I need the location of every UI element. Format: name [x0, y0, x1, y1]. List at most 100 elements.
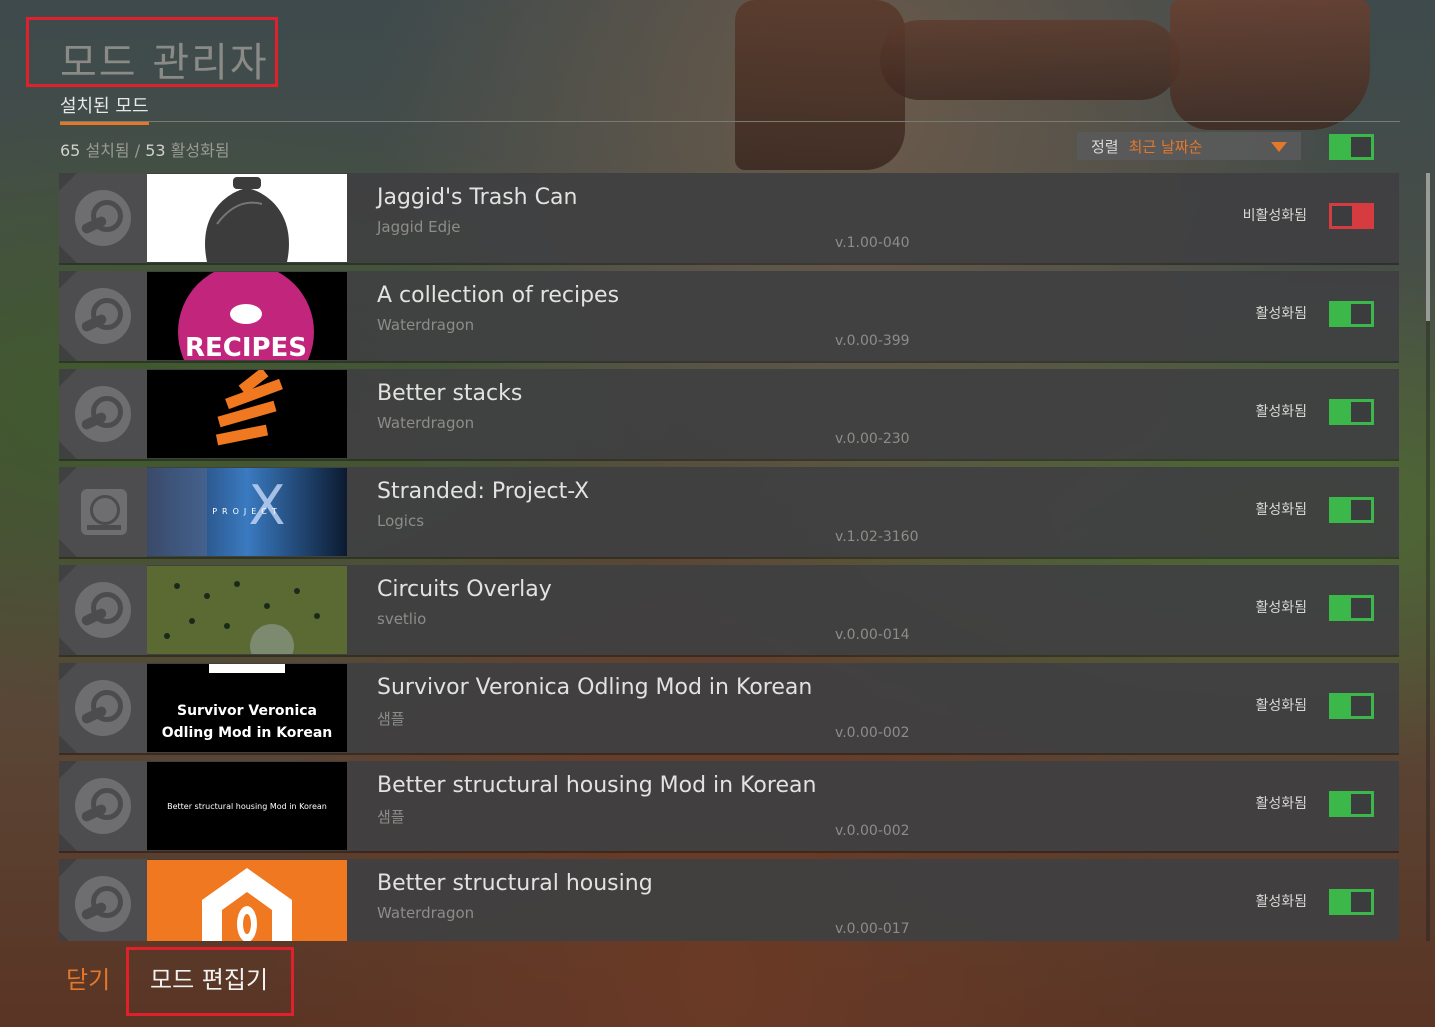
stats-separator: /: [134, 141, 141, 160]
toggle-knob: [1351, 598, 1371, 618]
mod-version: v.0.00-002: [835, 725, 910, 741]
mod-enable-toggle[interactable]: [1329, 693, 1374, 719]
close-button[interactable]: 닫기: [66, 960, 110, 995]
steam-icon: [59, 859, 147, 941]
sort-label: 정렬: [1091, 137, 1119, 156]
mod-row[interactable]: Circuits Overlay svetlio v.0.00-014 활성화됨: [59, 565, 1399, 655]
mod-thumbnail: X PROJECT: [147, 468, 347, 556]
mod-enable-toggle[interactable]: [1329, 497, 1374, 523]
mod-status: 활성화됨: [1255, 600, 1307, 616]
mod-thumbnail: [147, 860, 347, 941]
mod-author: Waterdragon: [377, 316, 475, 334]
toggle-knob: [1351, 304, 1371, 324]
mod-author: Jaggid Edje: [377, 218, 461, 236]
installed-label: 설치됨: [85, 141, 130, 160]
active-label: 활성화됨: [170, 141, 230, 160]
chevron-down-icon: [1271, 142, 1287, 152]
toggle-knob: [1351, 696, 1371, 716]
background-rock: [880, 20, 1180, 100]
toggle-knob: [1351, 500, 1371, 520]
mod-enable-toggle[interactable]: [1329, 203, 1374, 229]
mod-version: v.0.00-230: [835, 431, 910, 447]
mod-thumbnail: [147, 370, 347, 458]
mod-author: 샘플: [377, 710, 405, 728]
background-rock: [735, 0, 905, 170]
mod-row[interactable]: Better stacks Waterdragon v.0.00-230 활성화…: [59, 369, 1399, 459]
scrollbar-thumb[interactable]: [1426, 173, 1430, 321]
mod-version: v.0.00-399: [835, 333, 910, 349]
mod-enable-toggle[interactable]: [1329, 301, 1374, 327]
thumb-text: Survivor Veronica: [177, 703, 317, 719]
mod-author: Waterdragon: [377, 904, 475, 922]
mod-status: 활성화됨: [1255, 306, 1307, 322]
background-rock: [1170, 0, 1370, 130]
toggle-knob: [1351, 794, 1371, 814]
mod-author: svetlio: [377, 610, 427, 628]
sort-value: 최근 날짜순: [1128, 137, 1203, 156]
mod-name: A collection of recipes: [377, 283, 620, 308]
thumb-text: PROJECT: [212, 507, 282, 516]
steam-icon: [59, 761, 147, 851]
mod-status: 활성화됨: [1255, 894, 1307, 910]
mod-name: Jaggid's Trash Can: [377, 185, 578, 210]
mod-thumbnail: [147, 566, 347, 654]
mod-name: Stranded: Project-X: [377, 479, 590, 504]
mod-stats: 65 설치됨 / 53 활성화됨: [60, 137, 230, 161]
mod-status: 활성화됨: [1255, 502, 1307, 518]
thumb-text: Better structural housing Mod in Korean: [167, 802, 327, 811]
mod-version: v.1.02-3160: [835, 529, 919, 545]
steam-icon: [59, 565, 147, 655]
mod-editor-button[interactable]: 모드 편집기: [150, 960, 268, 995]
mod-enable-toggle[interactable]: [1329, 399, 1374, 425]
mod-row[interactable]: Better structural housing Waterdragon v.…: [59, 859, 1399, 941]
tab-divider: [60, 121, 1400, 122]
toggle-knob: [1332, 206, 1352, 226]
mod-version: v.0.00-002: [835, 823, 910, 839]
mod-list-scrollbar[interactable]: [1426, 173, 1430, 941]
mod-version: v.0.00-017: [835, 921, 910, 937]
mod-enable-toggle[interactable]: [1329, 889, 1374, 915]
mod-row[interactable]: Survivor Veronica Odling Mod in Korean Su…: [59, 663, 1399, 753]
steam-icon: [59, 663, 147, 753]
toggle-knob: [1351, 892, 1371, 912]
mod-version: v.0.00-014: [835, 627, 910, 643]
mod-author: 샘플: [377, 808, 405, 826]
mod-row[interactable]: X PROJECT Stranded: Project-X Logics v.1.…: [59, 467, 1399, 557]
mod-author: Logics: [377, 512, 425, 530]
thumb-text: Odling Mod in Korean: [162, 725, 333, 741]
mod-name: Circuits Overlay: [377, 577, 552, 602]
mod-thumbnail: [147, 174, 347, 262]
mod-name: Better structural housing Mod in Korean: [377, 773, 817, 798]
mod-status: 활성화됨: [1255, 404, 1307, 420]
mod-name: Survivor Veronica Odling Mod in Korean: [377, 675, 813, 700]
mod-list[interactable]: Jaggid's Trash Can Jaggid Edje v.1.00-04…: [59, 173, 1399, 941]
mod-thumbnail: RECIPES: [147, 272, 347, 360]
page-title: 모드 관리자: [60, 40, 269, 86]
toggle-knob: [1351, 402, 1371, 422]
mod-name: Better stacks: [377, 381, 523, 406]
mod-enable-toggle[interactable]: [1329, 791, 1374, 817]
mod-thumbnail: Survivor Veronica Odling Mod in Korean: [147, 664, 347, 752]
mod-row[interactable]: Jaggid's Trash Can Jaggid Edje v.1.00-04…: [59, 173, 1399, 263]
toggle-all-mods[interactable]: [1329, 134, 1374, 160]
steam-icon: [59, 271, 147, 361]
sort-dropdown[interactable]: 정렬 최근 날짜순: [1077, 132, 1301, 160]
mod-status: 활성화됨: [1255, 796, 1307, 812]
mod-author: Waterdragon: [377, 414, 475, 432]
mod-name: Better structural housing: [377, 871, 653, 896]
mod-thumbnail: Better structural housing Mod in Korean: [147, 762, 347, 850]
steam-icon: [59, 369, 147, 459]
toggle-knob: [1351, 137, 1371, 157]
mod-row[interactable]: RECIPES A collection of recipes Waterdra…: [59, 271, 1399, 361]
steam-icon: [59, 173, 147, 263]
thumb-text: RECIPES: [185, 333, 307, 360]
mod-status: 비활성화됨: [1242, 208, 1307, 224]
mod-enable-toggle[interactable]: [1329, 595, 1374, 621]
mod-status: 활성화됨: [1255, 698, 1307, 714]
mod-version: v.1.00-040: [835, 235, 910, 251]
installed-count: 65: [60, 141, 81, 160]
hard-drive-icon: [59, 467, 147, 557]
svg-text:X: X: [249, 474, 286, 537]
mod-row[interactable]: Better structural housing Mod in Korean …: [59, 761, 1399, 851]
active-count: 53: [145, 141, 166, 160]
